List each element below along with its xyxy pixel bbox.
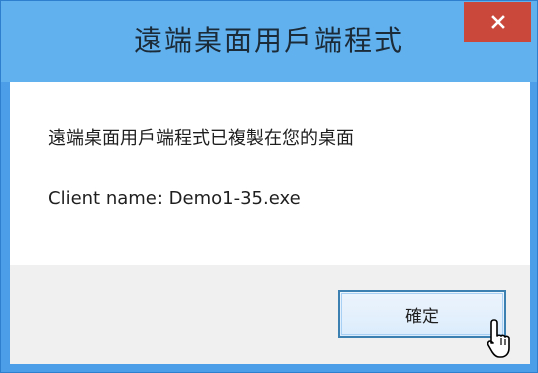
title-bar: 遠端桌面用戶端程式: [1, 1, 537, 82]
dialog-title: 遠端桌面用戶端程式: [133, 24, 404, 57]
dialog-window: 遠端桌面用戶端程式 遠端桌面用戶端程式已複製在您的桌面 Client name:…: [0, 0, 538, 373]
mouse-pointer-icon: [487, 319, 510, 358]
close-icon: [490, 15, 505, 29]
dialog-content: 遠端桌面用戶端程式已複製在您的桌面 Client name: Demo1-35.…: [10, 82, 530, 265]
ok-button-label: 確定: [405, 306, 439, 327]
dialog-footer: 確定: [10, 265, 530, 364]
client-name-text: Client name: Demo1-35.exe: [48, 188, 301, 209]
message-text: 遠端桌面用戶端程式已複製在您的桌面: [48, 128, 354, 149]
ok-button[interactable]: 確定: [338, 290, 506, 338]
close-button[interactable]: [464, 2, 531, 42]
